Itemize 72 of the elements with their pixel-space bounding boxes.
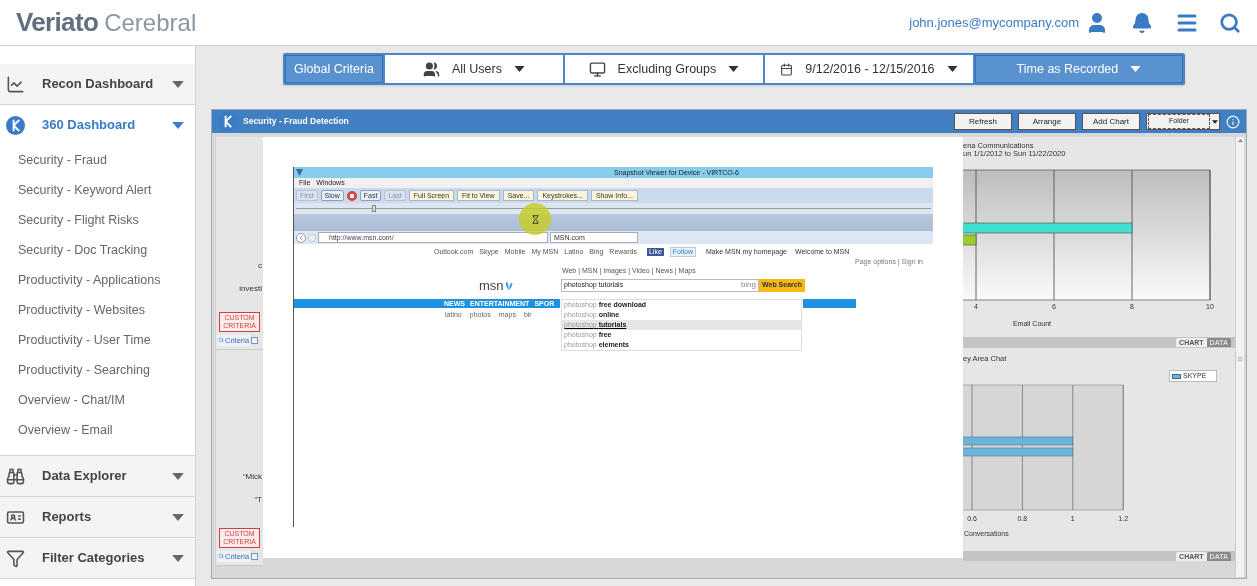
panel-button[interactable]: Refresh <box>953 113 1012 130</box>
caret-icon <box>513 66 525 72</box>
sidebar-item[interactable]: Security - Keyword Alert <box>0 175 195 205</box>
caret-icon <box>172 80 184 88</box>
panel-button[interactable]: Arrange <box>1017 113 1076 130</box>
sidebar-item[interactable]: Productivity - Searching <box>0 355 195 385</box>
export-icon[interactable] <box>251 336 259 344</box>
criteria-dropdown[interactable]: Excluding Groups <box>564 55 763 83</box>
chart-label: “T <box>254 495 262 504</box>
app-icon <box>296 169 303 176</box>
caret-icon <box>1212 119 1218 124</box>
slider-thumb[interactable] <box>372 205 377 212</box>
sidebar-item[interactable]: Security - Doc Tracking <box>0 235 195 265</box>
users-icon <box>422 60 440 78</box>
bing-logo: bing <box>740 279 756 291</box>
sidebar-item[interactable]: Productivity - User Time <box>0 325 195 355</box>
sidebar-section[interactable]: Recon Dashboard <box>0 64 195 104</box>
section-label: Recon Dashboard <box>42 75 155 94</box>
sidebar-item[interactable]: Productivity - Websites <box>0 295 195 325</box>
caret-icon <box>172 513 184 521</box>
line-chart-icon <box>6 74 25 94</box>
timeline-slider[interactable] <box>296 208 931 209</box>
scroll-up-icon <box>1237 139 1243 142</box>
nav-bar <box>803 299 856 308</box>
butterfly-icon <box>503 280 513 290</box>
section-label: Reports <box>42 508 93 527</box>
bell-icon[interactable] <box>1131 11 1153 34</box>
export-icon[interactable] <box>251 552 259 560</box>
section-label: Filter Categories <box>42 549 146 568</box>
sidebar-item[interactable]: Overview - Chat/IM <box>0 385 195 415</box>
brand-logo: Veriato <box>16 6 99 39</box>
back-icon[interactable] <box>296 232 306 243</box>
sidebar-item[interactable]: Overview - Email <box>0 415 195 445</box>
binoculars-icon <box>6 466 25 486</box>
search-icon[interactable] <box>1219 11 1241 34</box>
caret-icon <box>172 472 184 480</box>
sidebar-section[interactable]: Data Explorer <box>0 456 195 496</box>
panel-title: Security - Fraud Detection <box>243 115 349 128</box>
calendar-icon <box>780 62 794 76</box>
dashboard-icon <box>6 115 25 135</box>
msn-logo: msn <box>479 278 504 292</box>
user-email-link[interactable]: john.jones@mycompany.com <box>909 12 1079 33</box>
grip-icon[interactable] <box>1237 355 1243 362</box>
section-label: Data Explorer <box>42 467 128 486</box>
sidebar-item[interactable]: Productivity - Applications <box>0 265 195 295</box>
sidebar-section[interactable]: Reports <box>0 497 195 537</box>
sidebar-item[interactable]: Security - Flight Risks <box>0 205 195 235</box>
panel-button[interactable]: Add Chart <box>1081 113 1140 130</box>
chart-label: c <box>258 261 262 270</box>
caret-icon <box>172 121 184 129</box>
sidebar-section[interactable]: Filter Categories <box>0 538 195 578</box>
sidebar-item[interactable]: Security - Fraud <box>0 145 195 175</box>
stop-icon[interactable] <box>346 190 357 201</box>
criteria-label: Global Criteria <box>285 55 383 83</box>
caret-icon <box>728 66 740 72</box>
funnel-icon <box>6 548 25 568</box>
criteria-dropdown[interactable]: All Users <box>384 55 563 83</box>
product-name: Cerebral <box>104 7 197 38</box>
search-icon <box>218 337 224 344</box>
search-icon <box>218 553 224 560</box>
scrollbar[interactable] <box>1235 137 1244 577</box>
criteria-dropdown[interactable]: 9/12/2016 - 12/15/2016 <box>764 55 973 83</box>
monitor-icon <box>588 60 606 78</box>
section-label: 360 Dashboard <box>42 116 137 135</box>
info-icon[interactable] <box>1226 114 1240 129</box>
chart-label: “Mick <box>242 472 262 481</box>
caret-icon <box>172 554 184 562</box>
chart-label: investi <box>239 284 262 293</box>
caret-icon <box>1130 66 1142 72</box>
hourglass-icon <box>530 214 540 224</box>
forward-icon[interactable] <box>308 233 316 242</box>
caret-icon <box>946 66 958 72</box>
